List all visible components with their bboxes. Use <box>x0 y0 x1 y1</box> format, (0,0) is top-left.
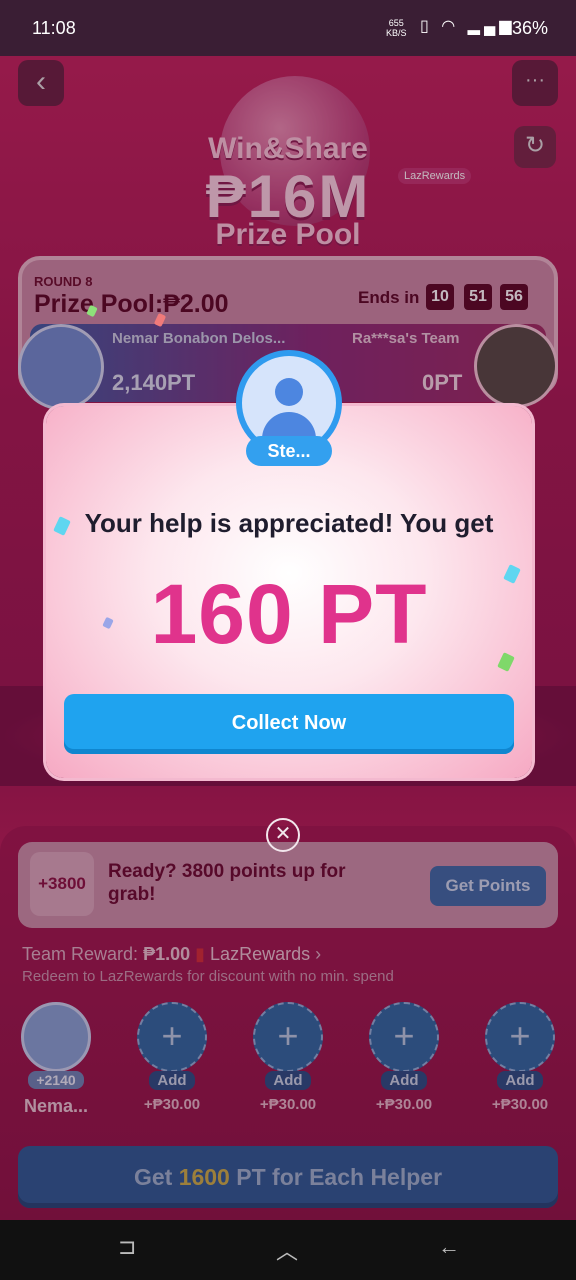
popup-message: Your help is appreciated! You get <box>84 508 494 538</box>
recent-apps-icon[interactable]: ⊐ <box>118 1234 136 1260</box>
back-nav-icon[interactable]: ← <box>438 1234 460 1260</box>
network-speed-unit: KB/S <box>386 28 407 38</box>
battery-level: 36% <box>512 18 549 38</box>
collect-now-button[interactable]: Collect Now <box>64 694 514 754</box>
helper-name-badge: Ste... <box>246 436 332 466</box>
user-icon-head <box>275 378 303 406</box>
system-nav-bar: ⊐ ︿ ← <box>0 1220 576 1280</box>
status-time: 11:08 <box>32 18 76 38</box>
network-speed: 655 KB/S <box>386 18 407 38</box>
signal-wifi-icons: ▯ ◠ ▂▄▆ <box>420 18 516 35</box>
home-icon[interactable]: ︿ <box>276 1234 298 1266</box>
close-icon[interactable]: ✕ <box>266 818 300 852</box>
network-speed-value: 655 <box>388 18 404 28</box>
popup-points: 160 PT <box>150 567 428 661</box>
status-bar: 11:08 655 KB/S ▯ ◠ ▂▄▆ 36% <box>0 0 576 56</box>
